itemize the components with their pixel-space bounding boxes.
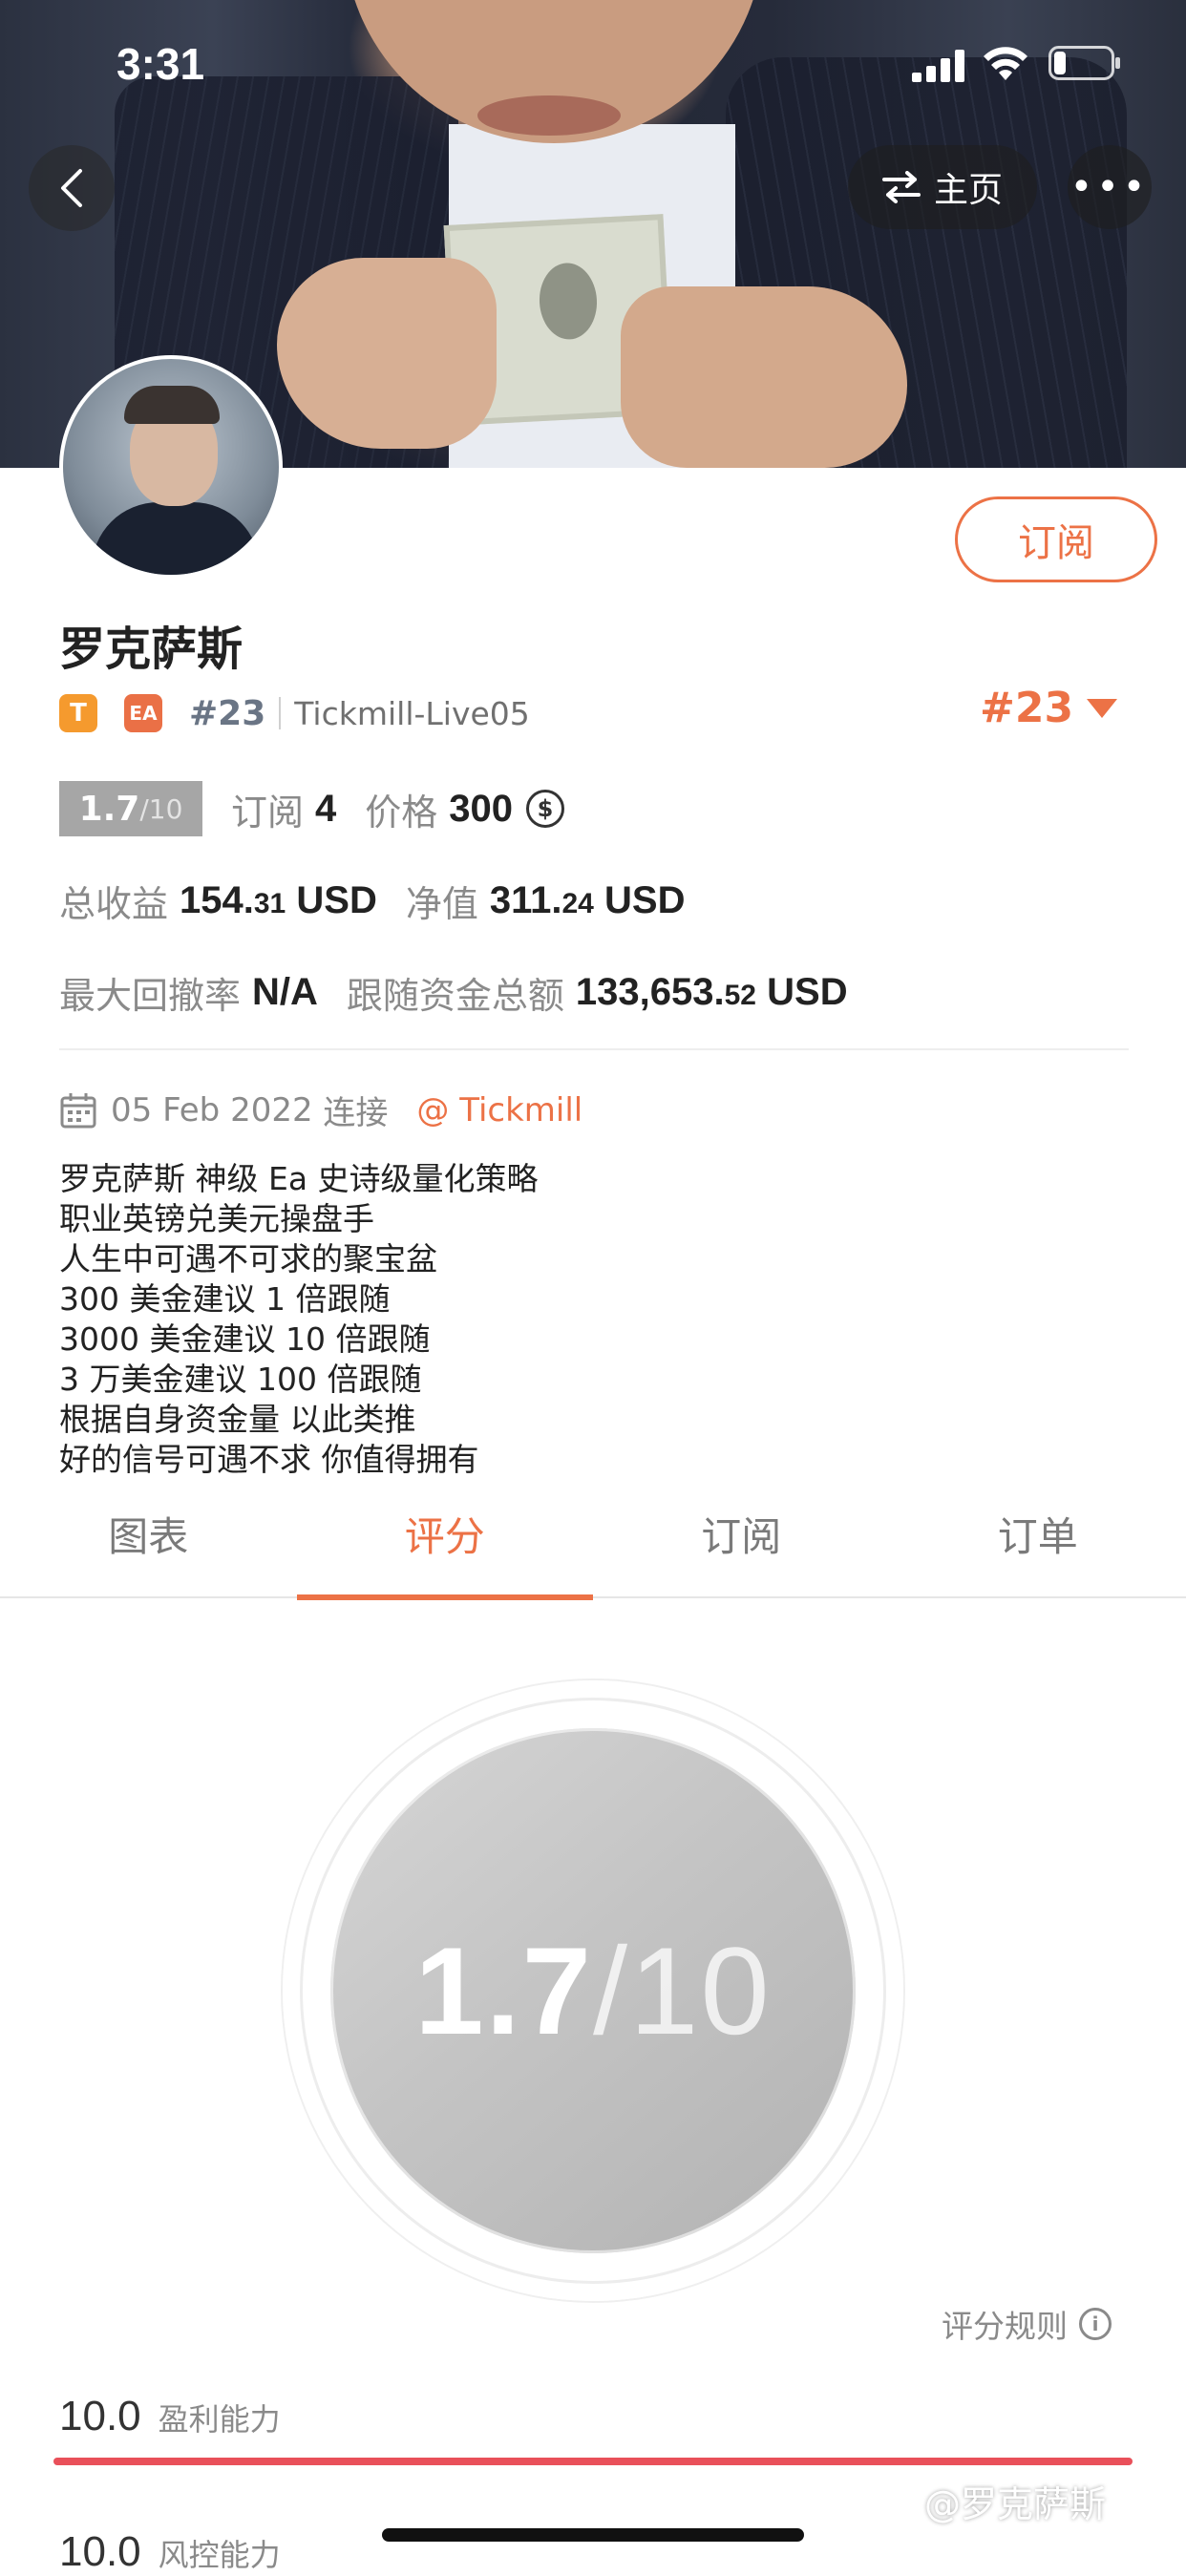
tab-bar: 图表 评分 订阅 订单	[0, 1509, 1186, 1598]
total-profit-label: 总收益	[59, 875, 168, 927]
follow-funds-value: 133,653.52 USD	[576, 971, 848, 1014]
subscriptions-count: 4	[315, 788, 336, 831]
metric-profitability: 10.0 盈利能力	[59, 2393, 281, 2440]
score-chip-value: 1.7	[79, 790, 140, 829]
tab-subscriptions[interactable]: 订阅	[593, 1509, 890, 1596]
description-line: 人生中可遇不可求的聚宝盆	[59, 1239, 539, 1279]
max-drawdown-label: 最大回撤率	[59, 966, 241, 1019]
home-button[interactable]: 主页	[848, 145, 1037, 229]
stats-row-2: 总收益 154.31 USD 净值 311.24 USD	[59, 875, 713, 927]
description-line: 职业英镑兑美元操盘手	[59, 1199, 539, 1239]
more-icon: •••	[1070, 165, 1150, 209]
total-profit-value: 154.31 USD	[180, 879, 377, 922]
rating-gauge: 1.7/10	[330, 1728, 856, 2253]
chevron-left-icon	[57, 167, 86, 209]
stats-row-1: 1.7/10 订阅 4 价格 300 $	[59, 781, 564, 836]
rating-denominator: /10	[593, 1921, 772, 2060]
profile-description: 罗克萨斯 神级 Ea 史诗级量化策略 职业英镑兑美元操盘手 人生中可遇不可求的聚…	[59, 1159, 539, 1480]
score-chip-max: /10	[139, 793, 182, 825]
profile-name: 罗克萨斯	[59, 611, 243, 678]
score-chip: 1.7/10	[59, 781, 202, 836]
price-label: 价格	[365, 783, 437, 835]
avatar-hair	[124, 386, 220, 424]
home-indicator[interactable]	[382, 2528, 804, 2542]
follow-funds-unit: USD	[767, 971, 847, 1013]
status-time: 3:31	[116, 38, 204, 90]
caret-down-icon	[1087, 699, 1117, 718]
total-profit-unit: USD	[296, 879, 376, 921]
wifi-icon	[982, 44, 1029, 82]
total-profit-int: 154.	[180, 879, 254, 921]
equity-value: 311.24 USD	[490, 879, 686, 922]
broker-link[interactable]: @ Tickmill	[416, 1091, 582, 1130]
total-profit-dec: 31	[254, 888, 286, 919]
subscriptions-label: 订阅	[231, 783, 304, 835]
swap-icon	[882, 171, 921, 203]
follow-funds-int: 133,653.	[576, 971, 725, 1013]
battery-icon	[1048, 46, 1121, 80]
badge-ea: EA	[124, 694, 162, 732]
equity-label: 净值	[406, 875, 478, 927]
rating-rules-label: 评分规则	[942, 2301, 1068, 2347]
badge-t: T	[59, 694, 97, 732]
rating-rules-link[interactable]: 评分规则 i	[942, 2301, 1112, 2347]
back-button[interactable]	[29, 145, 115, 231]
equity-int: 311.	[490, 879, 562, 921]
metric-value: 10.0	[59, 2393, 141, 2440]
follow-funds-label: 跟随资金总额	[347, 966, 564, 1019]
metric-value: 10.0	[59, 2528, 141, 2576]
rank-dropdown[interactable]: #23	[980, 684, 1117, 732]
max-drawdown-value: N/A	[252, 971, 318, 1014]
info-icon: i	[1079, 2308, 1112, 2340]
profile-tags: T EA #23 Tickmill-Live05	[59, 689, 530, 737]
calendar-icon	[59, 1091, 97, 1130]
metric-label: 风控能力	[159, 2531, 281, 2575]
tab-chart[interactable]: 图表	[0, 1509, 297, 1596]
rank-dropdown-label: #23	[980, 684, 1073, 732]
server-name: Tickmill-Live05	[294, 695, 530, 732]
metric-bar-fill	[53, 2458, 1133, 2465]
equity-dec: 24	[562, 888, 594, 919]
metric-bar-profitability	[53, 2458, 1133, 2465]
rating-score: 1.7	[414, 1921, 593, 2060]
tab-orders[interactable]: 订单	[890, 1509, 1186, 1596]
home-button-label: 主页	[934, 162, 1003, 212]
divider	[279, 697, 281, 729]
cover-hand-right	[621, 286, 907, 468]
price-value: 300	[449, 788, 513, 831]
metric-label: 盈利能力	[159, 2396, 281, 2439]
equity-unit: USD	[604, 879, 685, 921]
connection-label: 连接	[323, 1087, 388, 1133]
follow-funds-dec: 52	[725, 980, 756, 1011]
stats-row-3: 最大回撤率 N/A 跟随资金总额 133,653.52 USD	[59, 966, 877, 1019]
rating-score-text: 1.7/10	[414, 1919, 771, 2062]
coin-icon: $	[526, 790, 564, 828]
description-line: 罗克萨斯 神级 Ea 史诗级量化策略	[59, 1159, 539, 1199]
description-line: 好的信号可遇不求 你值得拥有	[59, 1440, 539, 1480]
description-line: 3000 美金建议 10 倍跟随	[59, 1320, 539, 1360]
cover-hand-left	[277, 258, 497, 449]
section-divider	[59, 1048, 1129, 1050]
subscribe-button[interactable]: 订阅	[955, 496, 1157, 582]
avatar-body	[92, 502, 260, 579]
metric-risk-control: 10.0 风控能力	[59, 2528, 281, 2576]
tab-rating[interactable]: 评分	[297, 1509, 594, 1596]
status-bar: 3:31	[0, 0, 1186, 124]
connection-date: 05 Feb 2022	[111, 1091, 313, 1130]
connection-info: 05 Feb 2022 连接 @ Tickmill	[59, 1087, 582, 1133]
avatar[interactable]	[59, 355, 283, 579]
rank-label: #23	[189, 694, 265, 733]
more-options-button[interactable]: •••	[1068, 145, 1152, 229]
banknote-portrait	[538, 262, 599, 341]
watermark: @罗克萨斯	[924, 2475, 1106, 2527]
description-line: 根据自身资金量 以此类推	[59, 1400, 539, 1440]
signal-icon	[912, 50, 965, 82]
description-line: 300 美金建议 1 倍跟随	[59, 1279, 539, 1320]
description-line: 3 万美金建议 100 倍跟随	[59, 1360, 539, 1400]
